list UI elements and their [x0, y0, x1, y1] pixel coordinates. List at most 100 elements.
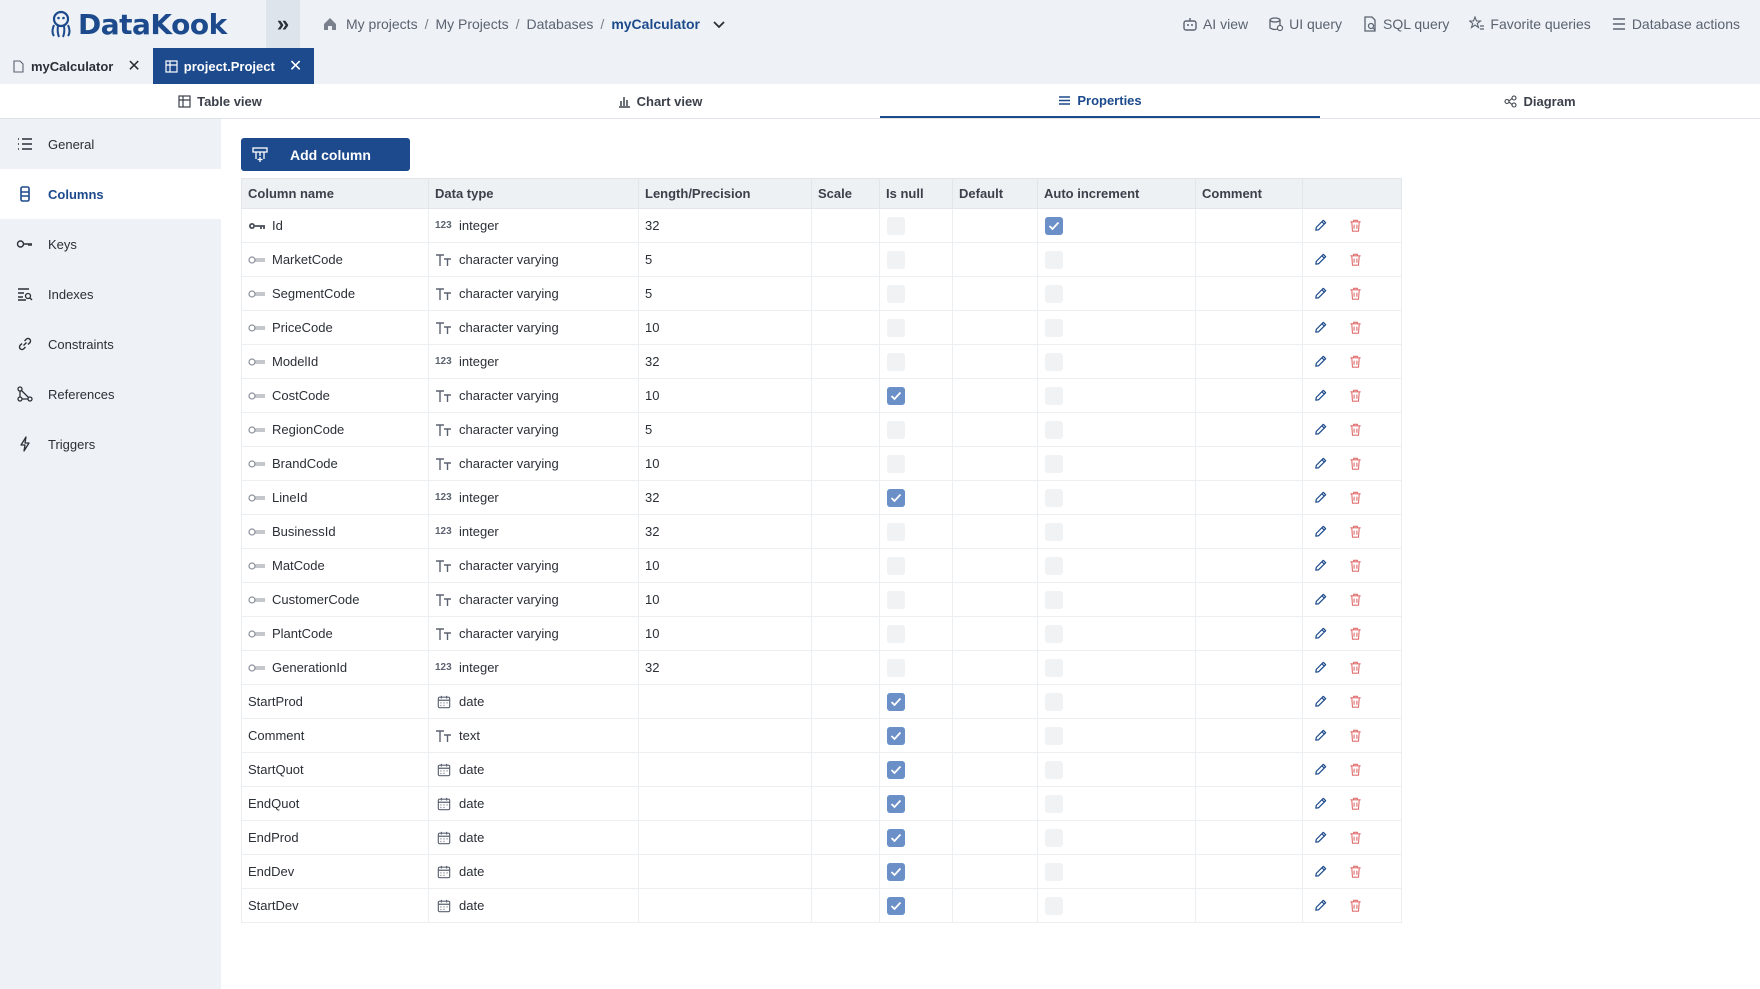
trash-icon[interactable]	[1348, 388, 1363, 403]
cell-data-type[interactable]: character varying	[428, 446, 639, 481]
chevron-down-icon[interactable]	[712, 17, 726, 31]
trash-icon[interactable]	[1348, 422, 1363, 437]
cell-column-name[interactable]: SegmentCode	[241, 276, 429, 311]
cell-scale[interactable]	[811, 684, 880, 719]
tab-table-view[interactable]: Table view	[0, 84, 440, 118]
cell-comment[interactable]	[1195, 378, 1303, 413]
cell-data-type[interactable]: 123 integer	[428, 514, 639, 549]
cell-default[interactable]	[952, 820, 1038, 855]
cell-data-type[interactable]: character varying	[428, 548, 639, 583]
cell-length[interactable]	[638, 752, 812, 787]
cell-scale[interactable]	[811, 616, 880, 651]
cell-length[interactable]: 32	[638, 514, 812, 549]
edit-pencil-icon[interactable]	[1313, 592, 1328, 607]
edit-pencil-icon[interactable]	[1313, 320, 1328, 335]
cell-default[interactable]	[952, 310, 1038, 345]
database-actions-button[interactable]: Database actions	[1611, 16, 1740, 32]
cell-length[interactable]	[638, 820, 812, 855]
cell-column-name[interactable]: EndQuot	[241, 786, 429, 821]
trash-icon[interactable]	[1348, 728, 1363, 743]
cell-length[interactable]: 32	[638, 480, 812, 515]
cell-is-null[interactable]	[879, 480, 953, 515]
ai-view-button[interactable]: AI view	[1182, 16, 1248, 32]
auto-increment-checkbox[interactable]	[1045, 760, 1063, 779]
cell-data-type[interactable]: character varying	[428, 582, 639, 617]
sidebar-item-triggers[interactable]: Triggers	[0, 419, 221, 469]
table-row[interactable]: MarketCode character varying 5	[241, 242, 1402, 277]
close-icon[interactable]: ✕	[289, 56, 302, 76]
cell-default[interactable]	[952, 480, 1038, 515]
cell-comment[interactable]	[1195, 276, 1303, 311]
cell-scale[interactable]	[811, 582, 880, 617]
edit-pencil-icon[interactable]	[1313, 490, 1328, 505]
cell-default[interactable]	[952, 650, 1038, 685]
is-null-checkbox[interactable]	[887, 692, 905, 711]
trash-icon[interactable]	[1348, 830, 1363, 845]
cell-comment[interactable]	[1195, 752, 1303, 787]
is-null-checkbox[interactable]	[887, 794, 905, 813]
cell-is-null[interactable]	[879, 684, 953, 719]
cell-default[interactable]	[952, 378, 1038, 413]
trash-icon[interactable]	[1348, 864, 1363, 879]
cell-is-null[interactable]	[879, 616, 953, 651]
auto-increment-checkbox[interactable]	[1045, 454, 1063, 473]
auto-increment-checkbox[interactable]	[1045, 692, 1063, 711]
cell-column-name[interactable]: PlantCode	[241, 616, 429, 651]
auto-increment-checkbox[interactable]	[1045, 386, 1063, 405]
cell-default[interactable]	[952, 684, 1038, 719]
cell-default[interactable]	[952, 752, 1038, 787]
edit-pencil-icon[interactable]	[1313, 660, 1328, 675]
cell-data-type[interactable]: 123 integer	[428, 480, 639, 515]
table-row[interactable]: CustomerCode character varying 10	[241, 582, 1402, 617]
breadcrumb-my-projects[interactable]: My projects	[346, 16, 418, 32]
cell-comment[interactable]	[1195, 446, 1303, 481]
cell-length[interactable]	[638, 718, 812, 753]
trash-icon[interactable]	[1348, 592, 1363, 607]
table-row[interactable]: SegmentCode character varying 5	[241, 276, 1402, 311]
cell-is-null[interactable]	[879, 888, 953, 923]
cell-column-name[interactable]: StartProd	[241, 684, 429, 719]
cell-data-type[interactable]: 123 integer	[428, 344, 639, 379]
cell-length[interactable]: 32	[638, 650, 812, 685]
auto-increment-checkbox[interactable]	[1045, 828, 1063, 847]
cell-scale[interactable]	[811, 242, 880, 277]
cell-is-null[interactable]	[879, 582, 953, 617]
table-row[interactable]: CostCode character varying 10	[241, 378, 1402, 413]
trash-icon[interactable]	[1348, 558, 1363, 573]
cell-is-null[interactable]	[879, 242, 953, 277]
table-row[interactable]: EndDev date	[241, 854, 1402, 889]
cell-is-null[interactable]	[879, 446, 953, 481]
is-null-checkbox[interactable]	[887, 624, 905, 643]
cell-is-null[interactable]	[879, 276, 953, 311]
cell-auto-increment[interactable]	[1037, 378, 1196, 413]
breadcrumb-my-projects-2[interactable]: My Projects	[435, 16, 508, 32]
edit-pencil-icon[interactable]	[1313, 830, 1328, 845]
edit-pencil-icon[interactable]	[1313, 558, 1328, 573]
cell-data-type[interactable]: 123 integer	[428, 650, 639, 685]
cell-default[interactable]	[952, 446, 1038, 481]
cell-column-name[interactable]: LineId	[241, 480, 429, 515]
cell-column-name[interactable]: StartQuot	[241, 752, 429, 787]
is-null-checkbox[interactable]	[887, 862, 905, 881]
cell-is-null[interactable]	[879, 752, 953, 787]
table-row[interactable]: StartProd date	[241, 684, 1402, 719]
edit-pencil-icon[interactable]	[1313, 796, 1328, 811]
favorite-queries-button[interactable]: Favorite queries	[1469, 16, 1591, 32]
auto-increment-checkbox[interactable]	[1045, 284, 1063, 303]
cell-auto-increment[interactable]	[1037, 276, 1196, 311]
trash-icon[interactable]	[1348, 456, 1363, 471]
cell-comment[interactable]	[1195, 786, 1303, 821]
cell-column-name[interactable]: CostCode	[241, 378, 429, 413]
cell-auto-increment[interactable]	[1037, 208, 1196, 243]
is-null-checkbox[interactable]	[887, 726, 905, 745]
cell-default[interactable]	[952, 242, 1038, 277]
edit-pencil-icon[interactable]	[1313, 626, 1328, 641]
cell-comment[interactable]	[1195, 412, 1303, 447]
table-row[interactable]: StartQuot date	[241, 752, 1402, 787]
cell-is-null[interactable]	[879, 854, 953, 889]
auto-increment-checkbox[interactable]	[1045, 590, 1063, 609]
header-length-precision[interactable]: Length/Precision	[638, 178, 812, 209]
is-null-checkbox[interactable]	[887, 556, 905, 575]
cell-column-name[interactable]: GenerationId	[241, 650, 429, 685]
auto-increment-checkbox[interactable]	[1045, 794, 1063, 813]
